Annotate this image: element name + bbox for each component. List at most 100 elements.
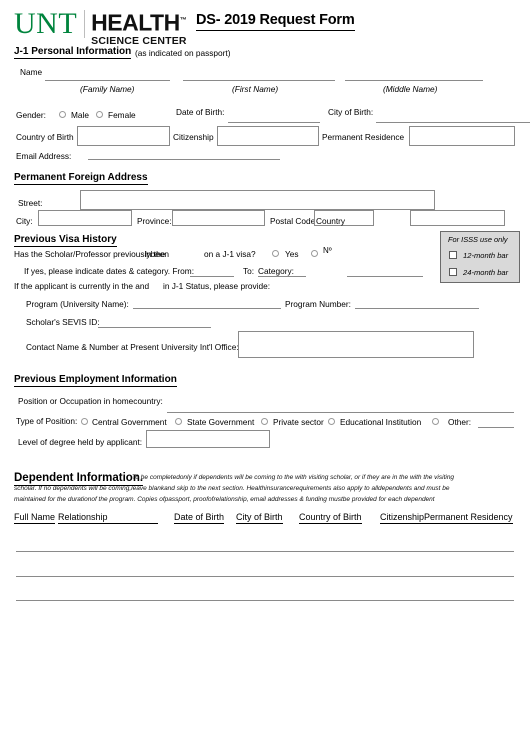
visa-no-radio[interactable] — [311, 250, 318, 257]
family-name-input[interactable] — [45, 80, 170, 81]
degree-level-input[interactable] — [146, 430, 270, 448]
science-center-wordmark: SCIENCE CENTER — [91, 34, 187, 47]
dependent-col-relationship: Relationship — [58, 512, 158, 524]
ifyes-category-label: Category: — [258, 266, 294, 276]
health-wordmark: HEALTH™ — [91, 9, 187, 36]
dependent-fine-print-line2: scholar. If no dependents will be coming… — [14, 485, 450, 492]
dependent-col-city-of-birth: City of Birth — [236, 512, 283, 524]
country-of-birth-label: Country of Birth — [16, 132, 74, 142]
citizenship-input[interactable] — [217, 126, 319, 146]
visa-question-part3: on a J-1 visa? — [204, 249, 256, 259]
type-state-government-label: State Government — [187, 417, 255, 427]
section-previous-employment-information: Previous Employment Information — [14, 374, 177, 387]
type-other-input[interactable] — [478, 427, 514, 428]
currently-status-part1: If the applicant is currently in the and — [14, 281, 150, 291]
section-permanent-foreign-address: Permanent Foreign Address — [14, 172, 148, 185]
middle-name-input[interactable] — [345, 80, 483, 81]
dependent-fine-print-line3: maintained for the durationof the progra… — [14, 496, 435, 503]
type-of-position-label: Type of Position: — [16, 416, 78, 426]
page-title: DS- 2019 Request Form — [196, 12, 355, 31]
permanent-residence-label: Permanent Residence — [322, 132, 405, 142]
visa-from-input[interactable] — [190, 276, 234, 277]
isss-24-month-bar-checkbox[interactable] — [449, 268, 457, 276]
dependent-row-2[interactable] — [16, 576, 514, 577]
type-central-government-label: Central Government — [92, 417, 167, 427]
city-label: City: — [16, 216, 33, 226]
contact-office-input[interactable] — [238, 331, 474, 358]
family-name-caption: (Family Name) — [80, 84, 135, 94]
isss-24-month-bar-label: 24-month bar — [463, 268, 509, 277]
visa-category-input[interactable] — [347, 276, 423, 277]
section-personal-information: J-1 Personal Information — [14, 46, 132, 59]
province-input[interactable] — [172, 210, 265, 226]
country-input[interactable] — [410, 210, 505, 226]
section-previous-visa-history: Previous Visa History — [14, 234, 117, 247]
dependent-col-country-of-birth: Country of Birth — [299, 512, 362, 524]
ifyes-dates-label: If yes, please indicate dates & category… — [24, 266, 195, 276]
type-state-government-radio[interactable] — [175, 418, 182, 425]
position-occupation-input[interactable] — [167, 412, 514, 413]
trademark-icon: ™ — [179, 17, 187, 24]
type-other-radio[interactable] — [432, 418, 439, 425]
degree-level-label: Level of degree held by applicant: — [18, 437, 143, 447]
isss-12-month-bar-checkbox[interactable] — [449, 251, 457, 259]
program-number-input[interactable] — [355, 308, 479, 309]
postal-code-label: Postal Code: — [270, 216, 318, 226]
street-input[interactable] — [80, 190, 435, 210]
email-address-label: Email Address: — [16, 151, 72, 161]
type-private-sector-label: Private sector — [273, 417, 324, 427]
type-private-sector-radio[interactable] — [261, 418, 268, 425]
first-name-input[interactable] — [183, 80, 335, 81]
permanent-residence-input[interactable] — [409, 126, 515, 146]
visa-no-label: Nº — [323, 246, 332, 255]
visa-to-input[interactable] — [258, 276, 306, 277]
dependent-row-3[interactable] — [16, 600, 514, 601]
middle-name-caption: (Middle Name) — [383, 84, 438, 94]
city-of-birth-label: City of Birth: — [328, 107, 374, 117]
program-number-label: Program Number: — [285, 299, 351, 309]
gender-male-label: Male — [71, 110, 89, 120]
gender-male-radio[interactable] — [59, 111, 66, 118]
unt-wordmark: UNT — [14, 7, 78, 40]
type-central-government-radio[interactable] — [81, 418, 88, 425]
type-educational-institution-label: Educational Institution — [340, 417, 422, 427]
dependent-col-date-of-birth: Date of Birth — [174, 512, 225, 524]
currently-status-part2: in J-1 Status, please provide: — [163, 281, 270, 291]
gender-female-radio[interactable] — [96, 111, 103, 118]
type-educational-institution-radio[interactable] — [328, 418, 335, 425]
city-input[interactable] — [38, 210, 132, 226]
dependent-col-citizenship: Citizenship — [380, 512, 425, 524]
province-label: Province: — [137, 216, 172, 226]
ds2019-request-form-page: UNT HEALTH™ SCIENCE CENTER DS- 2019 Requ… — [0, 0, 530, 749]
isss-use-only-panel: For ISSS use only 12-month bar 24-month … — [440, 231, 520, 283]
section-dependent-information: Dependent Information. — [14, 472, 144, 486]
date-of-birth-label: Date of Birth: — [176, 107, 225, 117]
gender-female-label: Female — [108, 110, 136, 120]
country-label: Country — [316, 216, 346, 226]
unt-hsc-logo: UNT HEALTH™ SCIENCE CENTER — [14, 7, 187, 47]
contact-office-label: Contact Name & Number at Present Univers… — [26, 342, 239, 352]
ifyes-to-label: To: — [243, 266, 255, 276]
personal-section-note: (as indicated on passport) — [135, 48, 231, 58]
email-address-input[interactable] — [88, 159, 280, 160]
city-of-birth-input[interactable] — [376, 122, 530, 123]
dependent-fine-print-line1: To be completedonly if dependents will b… — [132, 474, 455, 481]
dependent-row-1[interactable] — [16, 551, 514, 552]
logo-divider — [84, 10, 86, 38]
type-other-label: Other: — [448, 417, 472, 427]
citizenship-label: Citizenship — [173, 132, 214, 142]
dependent-col-full-name: Full Name — [14, 512, 56, 524]
isss-panel-title: For ISSS use only — [448, 235, 508, 244]
country-of-birth-input[interactable] — [77, 126, 170, 146]
visa-yes-radio[interactable] — [272, 250, 279, 257]
date-of-birth-input[interactable] — [228, 122, 320, 123]
name-label: Name — [20, 67, 43, 77]
first-name-caption: (First Name) — [232, 84, 279, 94]
sevis-id-input[interactable] — [98, 327, 211, 328]
program-university-label: Program (University Name): — [26, 299, 129, 309]
gender-label: Gender: — [16, 110, 46, 120]
street-label: Street: — [18, 198, 43, 208]
sevis-id-label: Scholar's SEVIS ID: — [26, 317, 100, 327]
visa-question-part2: in the — [145, 249, 166, 259]
program-university-input[interactable] — [133, 308, 281, 309]
